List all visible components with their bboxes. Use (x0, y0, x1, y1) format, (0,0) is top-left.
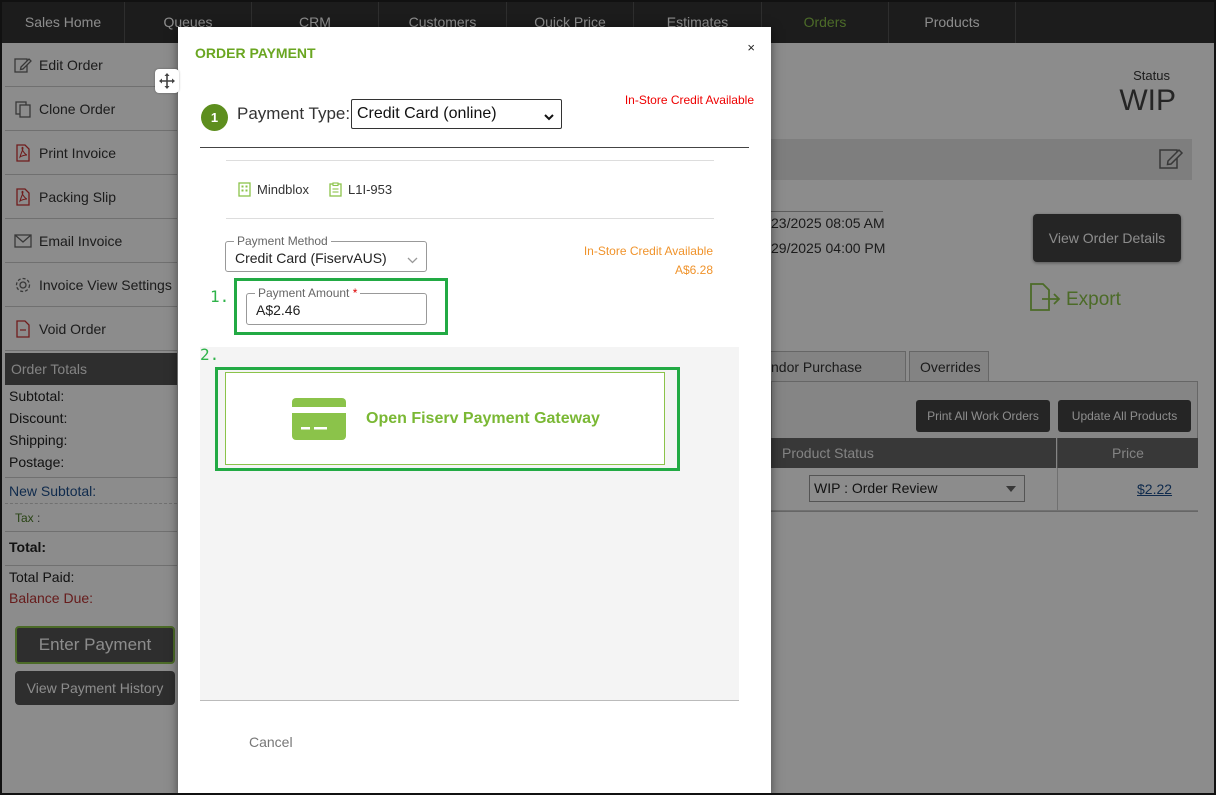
payment-type-select[interactable]: Credit Card (online) (351, 99, 562, 129)
payment-amount-label-text: Payment Amount (258, 286, 350, 300)
close-icon[interactable]: × (747, 40, 755, 55)
payment-amount-input[interactable]: Payment Amount * A$2.46 (246, 286, 427, 325)
company-name: Mindblox (257, 182, 310, 197)
credit-card-icon (292, 397, 346, 440)
payment-method-label: Payment Method (234, 234, 331, 248)
in-store-credit-amount: A$6.28 (674, 263, 713, 277)
in-store-credit-label: In-Store Credit Available (583, 244, 713, 258)
payment-amount-label: Payment Amount * (255, 286, 361, 300)
payment-type-label: Payment Type: (237, 104, 351, 123)
cancel-button[interactable]: Cancel (249, 734, 293, 750)
open-payment-gateway-button[interactable]: Open Fiserv Payment Gateway (225, 372, 665, 465)
clipboard-icon (329, 182, 342, 197)
annotation-marker-1: 1. (210, 287, 230, 306)
order-payment-modal: ORDER PAYMENT × 1 Payment Type: Credit C… (178, 27, 771, 793)
payment-method-value: Credit Card (FiservAUS) (235, 250, 387, 266)
customer-info-row: Mindblox L1I-953 (238, 182, 392, 197)
move-icon[interactable] (155, 69, 179, 93)
required-mark: * (352, 286, 358, 300)
chevron-down-icon (407, 252, 418, 270)
building-icon (238, 182, 251, 197)
in-store-credit-notice: In-Store Credit Available (624, 93, 754, 107)
payment-type-value: Credit Card (online) (357, 105, 497, 122)
chevron-down-icon (543, 106, 555, 134)
step-number-badge: 1 (201, 104, 228, 131)
gateway-button-label: Open Fiserv Payment Gateway (366, 409, 600, 427)
in-store-credit-info: In-Store Credit Available A$6.28 (584, 242, 713, 280)
app-frame: Sales Home Queues CRM Customers Quick Pr… (0, 0, 1216, 795)
divider (200, 147, 749, 148)
divider (226, 160, 714, 161)
annotation-marker-2: 2. (200, 345, 220, 364)
modal-title: ORDER PAYMENT (195, 45, 316, 61)
payment-amount-value: A$2.46 (256, 302, 301, 318)
divider (226, 218, 714, 219)
divider (200, 700, 739, 701)
payment-method-select[interactable]: Payment Method Credit Card (FiservAUS) (225, 234, 427, 272)
order-number: L1I-953 (348, 182, 393, 197)
